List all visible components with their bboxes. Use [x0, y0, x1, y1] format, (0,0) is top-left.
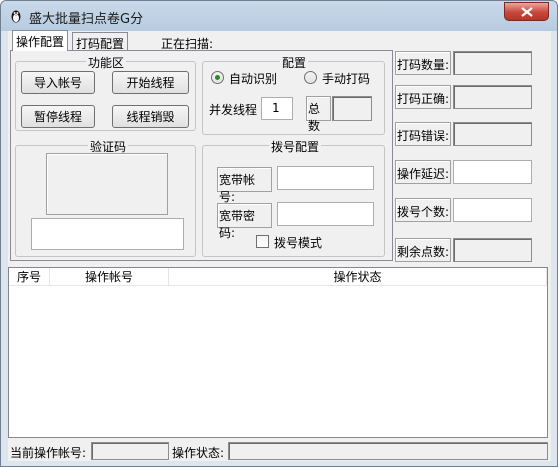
dial-count-label-box: 拨号个数:	[395, 198, 451, 222]
tab-label: 操作配置	[16, 35, 65, 49]
group-title: 拨号配置	[269, 138, 322, 155]
column-header-label: 序号	[16, 270, 41, 284]
close-button[interactable]	[504, 2, 549, 21]
destroy-threads-button[interactable]: 线程销毁	[112, 105, 189, 128]
captcha-count-display	[453, 51, 532, 75]
tab-operation-config[interactable]: 操作配置	[12, 30, 69, 51]
captcha-group: 验证码	[15, 138, 196, 257]
broadband-password-input[interactable]	[277, 202, 374, 226]
group-title: 配置	[280, 54, 309, 71]
stat-label: 剩余点数:	[397, 245, 450, 259]
column-header-status[interactable]: 操作状态	[169, 268, 547, 286]
broadband-password-label: 宽带密码:	[219, 209, 256, 240]
captcha-correct-display	[453, 85, 532, 109]
column-header-account[interactable]: 操作帐号	[50, 268, 169, 286]
captcha-input[interactable]	[31, 218, 184, 250]
manual-captcha-radio[interactable]	[304, 71, 317, 84]
button-label: 线程销毁	[126, 110, 175, 124]
captcha-correct-label-box: 打码正确:	[395, 85, 451, 109]
button-label: 开始线程	[126, 76, 175, 90]
current-account-label: 当前操作帐号:	[10, 446, 87, 460]
column-header-label: 操作帐号	[84, 270, 133, 284]
status-bar: 当前操作帐号: 操作状态:	[8, 441, 549, 461]
stat-label: 拨号个数:	[397, 205, 450, 219]
window-title: 盛大批量扫点卷G分	[29, 12, 144, 27]
close-icon	[521, 7, 533, 17]
operation-delay-input[interactable]	[453, 160, 532, 184]
dial-count-input[interactable]	[453, 198, 532, 222]
captcha-image-box	[46, 153, 168, 215]
function-group: 功能区 导入帐号 开始线程 暂停线程 线程销毁	[15, 54, 196, 131]
manual-captcha-label: 手动打码	[322, 72, 371, 86]
stat-label: 操作延迟:	[397, 167, 450, 181]
stat-label: 打码正确:	[397, 92, 450, 106]
captcha-count-label-box: 打码数量:	[395, 51, 451, 75]
button-label: 暂停线程	[33, 110, 82, 124]
broadband-account-label-box: 宽带帐号:	[217, 167, 272, 204]
dial-mode-checkbox[interactable]	[256, 235, 269, 248]
pause-threads-button[interactable]: 暂停线程	[21, 105, 95, 128]
start-threads-button[interactable]: 开始线程	[112, 71, 189, 94]
remaining-points-label-box: 剩余点数:	[395, 238, 451, 262]
dial-mode-label: 拨号模式	[274, 236, 323, 250]
account-table[interactable]: 序号 操作帐号 操作状态	[8, 267, 548, 438]
auto-recognize-radio[interactable]	[211, 71, 224, 84]
broadband-account-input[interactable]	[277, 166, 374, 190]
column-header-index[interactable]: 序号	[9, 268, 50, 286]
column-header-label: 操作状态	[333, 270, 382, 284]
remaining-points-display	[453, 238, 532, 262]
import-accounts-button[interactable]: 导入帐号	[21, 71, 95, 94]
auto-recognize-label: 自动识别	[229, 72, 278, 86]
total-label: 总数	[308, 102, 321, 133]
title-bar[interactable]: 盛大批量扫点卷G分	[1, 1, 557, 31]
config-group: 配置 自动识别 手动打码 并发线程 1 总数	[202, 54, 385, 135]
current-account-display	[91, 442, 169, 460]
tab-captcha-config[interactable]: 打码配置	[72, 32, 129, 51]
button-label: 导入帐号	[33, 76, 82, 90]
op-status-label: 操作状态:	[172, 446, 225, 460]
captcha-error-display	[453, 122, 532, 146]
concurrency-value: 1	[272, 101, 280, 115]
dial-config-group: 拨号配置 宽带帐号: 宽带密码: 拨号模式	[202, 138, 385, 257]
tab-label: 打码配置	[76, 37, 125, 51]
captcha-error-label-box: 打码错误:	[395, 122, 451, 146]
broadband-account-label: 宽带帐号:	[219, 173, 256, 204]
stat-label: 打码错误:	[397, 129, 450, 143]
tab-panel: 功能区 导入帐号 开始线程 暂停线程 线程销毁 配置 自动识别 手动打码 并发线…	[10, 50, 393, 261]
concurrency-label: 并发线程	[209, 103, 258, 117]
stat-label: 打码数量:	[397, 58, 450, 72]
broadband-password-label-box: 宽带密码:	[217, 203, 272, 240]
total-display	[332, 96, 372, 121]
group-title: 功能区	[86, 54, 127, 71]
app-window: 盛大批量扫点卷G分 操作配置 打码配置 正在扫描: 功能区 导入帐号 开始线程 …	[0, 0, 558, 467]
operation-delay-label-box: 操作延迟:	[395, 160, 451, 184]
op-status-display	[228, 442, 548, 460]
total-label-box: 总数	[306, 96, 331, 133]
concurrency-input[interactable]: 1	[261, 97, 293, 120]
penguin-icon	[11, 10, 21, 23]
